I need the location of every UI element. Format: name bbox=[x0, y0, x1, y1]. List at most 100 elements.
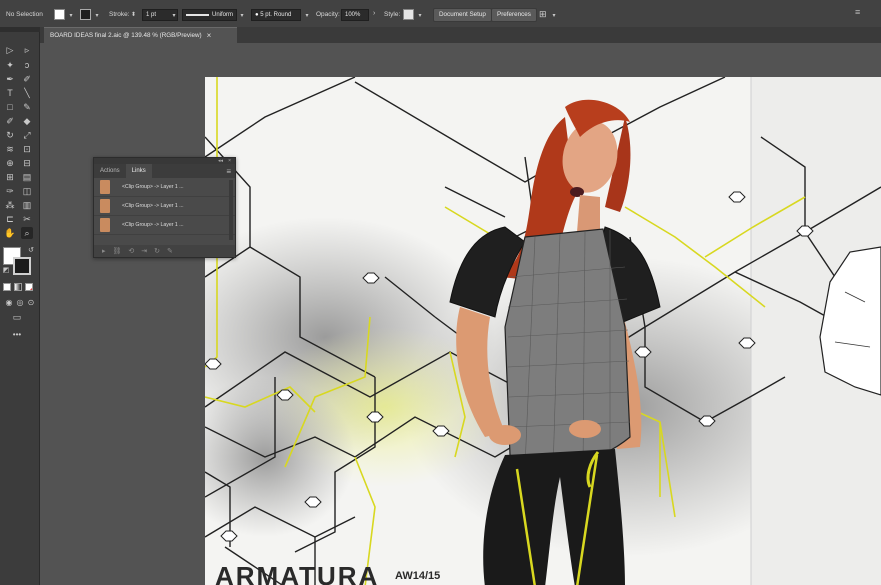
stroke-profile-select[interactable]: Uniform bbox=[182, 9, 237, 21]
tab-actions[interactable]: Actions bbox=[94, 164, 126, 178]
collection-season: AW14/15 bbox=[395, 570, 440, 582]
arrange-dropdown-icon[interactable]: ▾ bbox=[551, 12, 557, 19]
right-hand bbox=[569, 420, 601, 438]
paintbrush-tool-icon[interactable]: ✎ bbox=[21, 101, 33, 113]
tab-links[interactable]: Links bbox=[125, 164, 152, 178]
panel-tab-strip: Actions Links ≡ bbox=[94, 164, 235, 178]
swap-colors-icon[interactable]: ↺ bbox=[25, 245, 37, 257]
mesh-tool-icon[interactable]: ⊞ bbox=[4, 171, 16, 183]
fill-swatch[interactable] bbox=[54, 9, 65, 20]
stroke-profile-label: Uniform bbox=[211, 12, 233, 18]
links-panel: ◂◂ × Actions Links ≡ <Clip Group> -> Lay… bbox=[93, 157, 236, 258]
eyedropper-tool-icon[interactable]: ✑ bbox=[4, 185, 16, 197]
list-item[interactable]: <Clip Group> -> Layer 1 ... bbox=[94, 216, 235, 235]
list-item[interactable]: <Clip Group> -> Layer 1 ... bbox=[94, 178, 235, 197]
expand-arrow-icon[interactable]: ▸ bbox=[102, 247, 106, 255]
tools-panel: ▷ ▹ ✦ ↄ ✒ ✐ T ╲ □ ✎ ✐ ◆ ↻ ⤢ ≋ ⊡ ⊕ ⊟ ⊞ ▤ … bbox=[0, 27, 40, 585]
default-colors-icon[interactable]: ◩ bbox=[0, 265, 12, 277]
stroke-color-box[interactable] bbox=[13, 257, 31, 275]
link-thumbnail bbox=[100, 199, 110, 213]
line-tool-icon[interactable]: ╲ bbox=[21, 87, 33, 99]
control-bar: No Selection ▾ ▾ Stroke: ⬍ 1 pt ▾ Unifor… bbox=[0, 0, 881, 30]
style-swatch[interactable] bbox=[403, 9, 414, 20]
fill-dropdown-icon[interactable]: ▾ bbox=[68, 12, 74, 19]
opacity-label: Opacity: bbox=[316, 11, 340, 18]
zoom-tool-icon[interactable]: ⌕ bbox=[21, 227, 33, 239]
profile-line-icon bbox=[186, 14, 209, 16]
stroke-weight-dropdown-icon[interactable]: ▾ bbox=[171, 12, 177, 19]
document-tab-title: BOARD IDEAS final 2.aic @ 139.48 % (RGB/… bbox=[50, 32, 202, 39]
panel-menu-icon[interactable]: ≡ bbox=[855, 7, 860, 17]
panel-scrollbar[interactable] bbox=[229, 180, 233, 240]
eraser-tool-icon[interactable]: ◆ bbox=[21, 115, 33, 127]
left-hand bbox=[489, 425, 521, 445]
list-item[interactable]: <Clip Group> -> Layer 1 ... bbox=[94, 197, 235, 216]
document-tab[interactable]: BOARD IDEAS final 2.aic @ 139.48 % (RGB/… bbox=[44, 27, 237, 43]
neck bbox=[577, 195, 600, 232]
brush-label: 5 pt. Round bbox=[260, 12, 292, 18]
tools-panel-grip[interactable] bbox=[0, 27, 40, 32]
style-dropdown-icon[interactable]: ▾ bbox=[417, 12, 423, 19]
brush-dropdown-icon[interactable]: ▾ bbox=[304, 12, 310, 19]
gradient-mode-icon[interactable] bbox=[14, 283, 22, 291]
magic-wand-tool-icon[interactable]: ✦ bbox=[4, 59, 16, 71]
hand-tool-icon[interactable]: ✋ bbox=[4, 227, 16, 239]
document-setup-button[interactable]: Document Setup bbox=[433, 8, 492, 22]
opacity-arrow-icon[interactable]: › bbox=[373, 10, 375, 17]
update-link-icon[interactable]: ↻ bbox=[154, 247, 160, 255]
artboard-tool-icon[interactable]: ⊏ bbox=[4, 213, 16, 225]
selection-status: No Selection bbox=[6, 11, 43, 18]
hex-node bbox=[728, 191, 746, 203]
symbol-sprayer-tool-icon[interactable]: ⁂ bbox=[4, 199, 16, 211]
draw-inside-icon[interactable]: ⊙ bbox=[25, 297, 37, 309]
stroke-dropdown-icon[interactable]: ▾ bbox=[94, 12, 100, 19]
preferences-button[interactable]: Preferences bbox=[491, 8, 537, 22]
board-artwork: ARMATURA AW14/15 bbox=[205, 77, 881, 585]
link-label: <Clip Group> -> Layer 1 ... bbox=[122, 184, 184, 190]
gradient-tool-icon[interactable]: ▤ bbox=[21, 171, 33, 183]
relink-cc-icon[interactable]: ⛓ bbox=[113, 247, 122, 255]
canvas-area[interactable]: ARMATURA AW14/15 bbox=[40, 43, 881, 585]
curvature-tool-icon[interactable]: ✐ bbox=[21, 73, 33, 85]
artboard[interactable]: ARMATURA AW14/15 bbox=[205, 77, 881, 585]
warp-tool-icon[interactable]: ≋ bbox=[4, 143, 16, 155]
free-transform-tool-icon[interactable]: ⊡ bbox=[21, 143, 33, 155]
collection-title: ARMATURA bbox=[215, 561, 379, 585]
link-label: <Clip Group> -> Layer 1 ... bbox=[122, 222, 184, 228]
edit-original-icon[interactable]: ✎ bbox=[167, 247, 173, 255]
brush-dot-icon: ● bbox=[255, 12, 259, 18]
panel-footer: ▸ ⛓ ⟲ ⇥ ↻ ✎ bbox=[94, 245, 235, 257]
opacity-field[interactable]: 100% bbox=[341, 9, 369, 21]
color-mode-icon[interactable] bbox=[3, 283, 11, 291]
shape-builder-tool-icon[interactable]: ⊕ bbox=[4, 157, 16, 169]
arrange-icon[interactable]: ⊞ bbox=[539, 9, 547, 20]
screen-mode-icon[interactable]: ▭ bbox=[11, 311, 23, 323]
relink-icon[interactable]: ⟲ bbox=[128, 247, 134, 255]
lasso-tool-icon[interactable]: ↄ bbox=[21, 59, 33, 71]
link-label: <Clip Group> -> Layer 1 ... bbox=[122, 203, 184, 209]
brush-select[interactable]: ● 5 pt. Round bbox=[251, 9, 301, 21]
scale-tool-icon[interactable]: ⤢ bbox=[21, 129, 33, 141]
close-tab-icon[interactable]: × bbox=[207, 31, 212, 40]
go-to-link-icon[interactable]: ⇥ bbox=[141, 247, 147, 255]
rotate-tool-icon[interactable]: ↻ bbox=[4, 129, 16, 141]
selection-tool-icon[interactable]: ▷ bbox=[4, 44, 16, 56]
type-tool-icon[interactable]: T bbox=[4, 87, 16, 99]
pen-tool-icon[interactable]: ✒ bbox=[4, 73, 16, 85]
more-tools-icon[interactable]: ••• bbox=[11, 329, 23, 341]
blend-tool-icon[interactable]: ◫ bbox=[21, 185, 33, 197]
shaper-tool-icon[interactable]: ✐ bbox=[4, 115, 16, 127]
link-thumbnail bbox=[100, 180, 110, 194]
panel-menu-icon[interactable]: ≡ bbox=[226, 167, 231, 176]
stroke-swatch[interactable] bbox=[80, 9, 91, 20]
rectangle-tool-icon[interactable]: □ bbox=[4, 101, 16, 113]
direct-selection-tool-icon[interactable]: ▹ bbox=[21, 44, 33, 56]
column-graph-tool-icon[interactable]: ▥ bbox=[21, 199, 33, 211]
perspective-grid-tool-icon[interactable]: ⊟ bbox=[21, 157, 33, 169]
none-mode-icon[interactable] bbox=[25, 283, 33, 291]
slice-tool-icon[interactable]: ✂ bbox=[21, 213, 33, 225]
grey-top bbox=[504, 228, 631, 467]
link-thumbnail bbox=[100, 218, 110, 232]
profile-dropdown-icon[interactable]: ▾ bbox=[239, 12, 245, 19]
stroke-stepper-icon[interactable]: ⬍ bbox=[131, 11, 136, 18]
